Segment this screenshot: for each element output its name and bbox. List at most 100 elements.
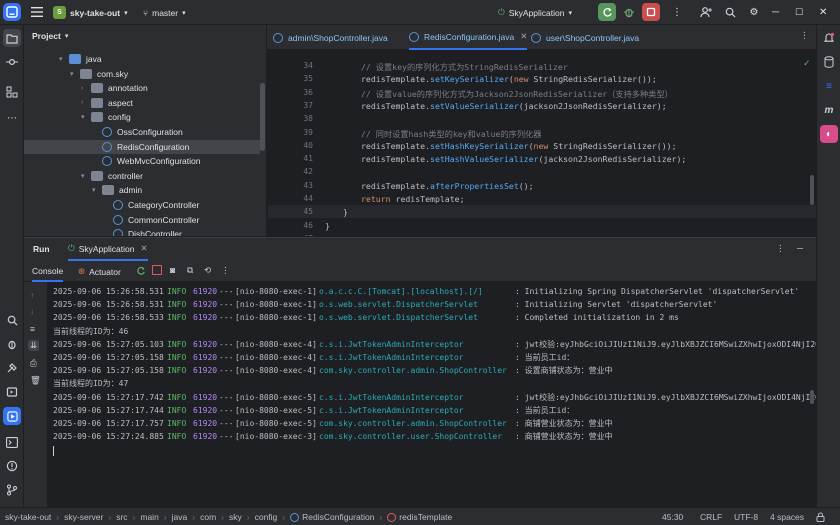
breadcrumb-item[interactable]: redisTemplate (399, 512, 452, 522)
editor-scrollbar[interactable] (810, 175, 814, 205)
stop-icon[interactable] (642, 3, 660, 21)
tree-row[interactable]: ▾ java (24, 52, 260, 66)
debug-icon[interactable] (620, 3, 638, 21)
chevron-down-icon[interactable]: ▾ (92, 186, 102, 194)
tab-admin-shop-controller[interactable]: admin\ShopController.java (273, 25, 388, 50)
project-panel-header[interactable]: Project ▾ (32, 31, 68, 41)
tab-redis-configuration[interactable]: RedisConfiguration.java ✕ (409, 25, 528, 50)
chevron-down-icon[interactable]: ▾ (70, 70, 80, 78)
tree-row[interactable]: ▾ controller (24, 169, 260, 183)
tab-console[interactable]: Console (32, 261, 64, 282)
lock-icon[interactable] (816, 508, 825, 525)
line-separator[interactable]: CRLF (700, 508, 722, 525)
restart-icon[interactable] (134, 264, 148, 278)
run-options-icon[interactable]: ⋮ (776, 243, 785, 254)
database-icon[interactable] (820, 53, 838, 71)
close-window-button[interactable]: ✕ (819, 0, 827, 25)
maximize-button[interactable]: ☐ (795, 0, 803, 25)
chevron-down-icon[interactable]: ▾ (81, 172, 91, 180)
structure-tool-icon[interactable] (3, 83, 21, 101)
scroll-down-icon[interactable]: ↓ (30, 306, 34, 316)
breadcrumb-item[interactable]: sky-server (64, 512, 103, 522)
hide-panel-icon[interactable]: ─ (797, 243, 803, 253)
run-tool-icon[interactable] (3, 407, 21, 425)
tab-sky-application[interactable]: ⏻ SkyApplication ✕ (68, 238, 148, 261)
chevron-down-icon[interactable]: ▾ (59, 55, 69, 63)
tree-row[interactable]: ▾ admin (24, 183, 260, 197)
breadcrumb-item[interactable]: main (140, 512, 158, 522)
breadcrumb-item[interactable]: src (116, 512, 127, 522)
branch-widget[interactable]: ⑂ master ▾ (143, 0, 186, 25)
project-widget[interactable]: S sky-take-out ▾ (53, 0, 128, 25)
ai-assistant-icon[interactable]: ◐ (820, 125, 838, 143)
tab-options-icon[interactable]: ⋮ (800, 30, 809, 41)
soft-wrap-icon[interactable]: ≡ (30, 324, 35, 334)
breadcrumb-item[interactable]: com (200, 512, 216, 522)
build-tool-icon[interactable] (3, 359, 21, 377)
project-scrollbar[interactable] (260, 83, 265, 151)
terminal-tool-icon[interactable] (3, 433, 21, 451)
close-tab-icon[interactable]: ✕ (141, 243, 148, 254)
tree-row[interactable]: › annotation (24, 81, 260, 95)
scroll-up-icon[interactable]: ↑ (30, 290, 34, 300)
chevron-down-icon[interactable]: ▾ (81, 113, 91, 121)
tree-row[interactable]: ▾ config (24, 110, 260, 124)
tree-row[interactable]: CommonController (24, 213, 260, 227)
print-icon[interactable]: ⎙ (30, 358, 37, 369)
breadcrumb-item[interactable]: sky-take-out (5, 512, 51, 522)
tab-user-shop-controller[interactable]: user\ShopController.java (531, 25, 639, 50)
project-tool-icon[interactable] (3, 29, 21, 47)
problems-tool-icon[interactable] (3, 457, 21, 475)
find-tool-icon[interactable] (3, 311, 21, 329)
run-config-widget[interactable]: ⏻ SkyApplication ▾ (498, 0, 572, 25)
log-thread: [nio-8080-exec-1] (235, 287, 317, 296)
notifications-icon[interactable] (820, 29, 838, 47)
stop-icon[interactable] (152, 265, 162, 275)
threads-icon[interactable]: ⟲ (204, 265, 211, 276)
log-separator: --- (219, 313, 234, 323)
breadcrumb-item[interactable]: RedisConfiguration (302, 512, 374, 522)
tab-actuator[interactable]: ⊛ Actuator (78, 261, 121, 282)
tree-row[interactable]: › aspect (24, 96, 260, 110)
more-icon[interactable]: ⋮ (668, 3, 686, 21)
caret-position[interactable]: 45:30 (662, 508, 683, 525)
app-logo-icon[interactable] (3, 3, 21, 21)
tree-row[interactable]: WebMvcConfiguration (24, 154, 260, 168)
tree-row[interactable]: RedisConfiguration (24, 139, 260, 154)
settings-gear-icon[interactable]: ⚙ (745, 3, 763, 21)
minimize-button[interactable]: ─ (772, 0, 779, 25)
checkmark-icon[interactable]: ✓ (803, 58, 811, 69)
main-menu-icon[interactable] (28, 3, 46, 21)
line-number: 43 (303, 180, 313, 190)
chevron-right-icon[interactable]: › (81, 85, 91, 92)
tree-row[interactable]: CategoryController (24, 198, 260, 212)
clear-icon[interactable]: 🗑 (30, 375, 41, 386)
file-encoding[interactable]: UTF-8 (734, 508, 758, 525)
console-scrollbar[interactable] (810, 390, 814, 404)
mybatis-icon[interactable]: m (820, 101, 838, 119)
debug-tool-icon[interactable] (3, 335, 21, 353)
log-line: 2025-09-06 15:27:17.757 INFO 61920 --- [nio-… (53, 417, 613, 430)
tree-row[interactable]: OssConfiguration (24, 125, 260, 139)
close-tab-icon[interactable]: ✕ (520, 31, 527, 42)
add-user-icon[interactable] (697, 3, 715, 21)
more-tools-icon[interactable]: ⋯ (3, 109, 21, 127)
scroll-to-end-icon[interactable]: ⇊ (28, 340, 40, 351)
breadcrumb-item[interactable]: sky (229, 512, 242, 522)
export-icon[interactable]: ⧉ (187, 265, 193, 276)
services-tool-icon[interactable] (3, 383, 21, 401)
commit-tool-icon[interactable] (3, 53, 21, 71)
maven-icon[interactable]: ≡ (820, 77, 838, 95)
log-timestamp: 2025-09-06 15:27:17.744 (53, 405, 164, 415)
tree-row[interactable]: DishController (24, 227, 260, 236)
chevron-right-icon[interactable]: › (81, 99, 91, 106)
camera-icon[interactable]: ◙ (170, 265, 175, 275)
breadcrumb-item[interactable]: config (255, 512, 278, 522)
rerun-icon[interactable] (598, 3, 616, 21)
indent-setting[interactable]: 4 spaces (770, 508, 804, 525)
search-icon[interactable] (721, 3, 739, 21)
breadcrumb-item[interactable]: java (172, 512, 188, 522)
more-icon[interactable]: ⋮ (221, 265, 230, 276)
tree-row[interactable]: ▾ com.sky (24, 67, 260, 81)
git-tool-icon[interactable] (3, 481, 21, 499)
